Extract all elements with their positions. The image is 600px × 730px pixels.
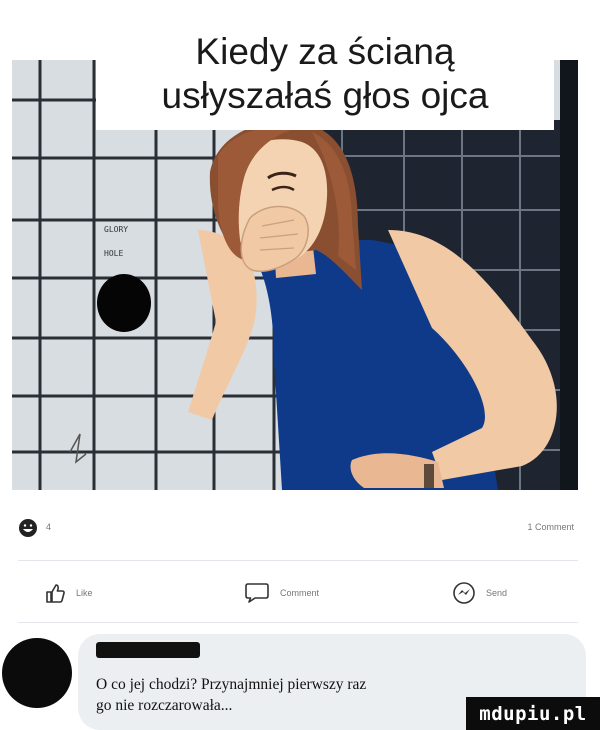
comment-count[interactable]: 1 Comment [527, 522, 574, 532]
avatar[interactable] [2, 638, 72, 708]
comment-text: O co jej chodzi? Przynajmniej pierwszy r… [96, 674, 526, 716]
haha-reaction-icon[interactable] [18, 518, 38, 538]
thumbs-up-icon [46, 584, 65, 603]
reaction-count[interactable]: 4 [46, 522, 51, 532]
like-button[interactable]: Like [44, 581, 93, 605]
send-button[interactable]: Send [452, 581, 507, 605]
meme-caption: Kiedy za ścianą usłyszałaś głos ojca [96, 18, 554, 130]
divider [18, 560, 578, 561]
comment-line-2: go nie rozczarowała... [96, 697, 233, 714]
wall-hole [97, 274, 151, 332]
wall-sign-line-1: GLORY [104, 225, 128, 234]
action-bar: Like Comment Send [18, 575, 578, 611]
messenger-icon [453, 582, 475, 604]
comment-button[interactable]: Comment [244, 581, 319, 605]
reactions-row: 4 1 Comment [18, 516, 578, 542]
speech-bubble-icon [245, 583, 269, 603]
caption-line-1: Kiedy za ścianą [195, 31, 455, 72]
watermark: mdupiu.pl [466, 697, 600, 730]
send-label: Send [486, 588, 508, 598]
comment-line-1: O co jej chodzi? Przynajmniej pierwszy r… [96, 676, 367, 693]
redacted-author-name [96, 642, 200, 658]
wall-sign-line-2: HOLE [104, 249, 123, 258]
comment-label: Comment [280, 588, 320, 598]
divider [18, 622, 578, 623]
caption-line-2: usłyszałaś głos ojca [161, 75, 489, 116]
like-label: Like [76, 588, 93, 598]
